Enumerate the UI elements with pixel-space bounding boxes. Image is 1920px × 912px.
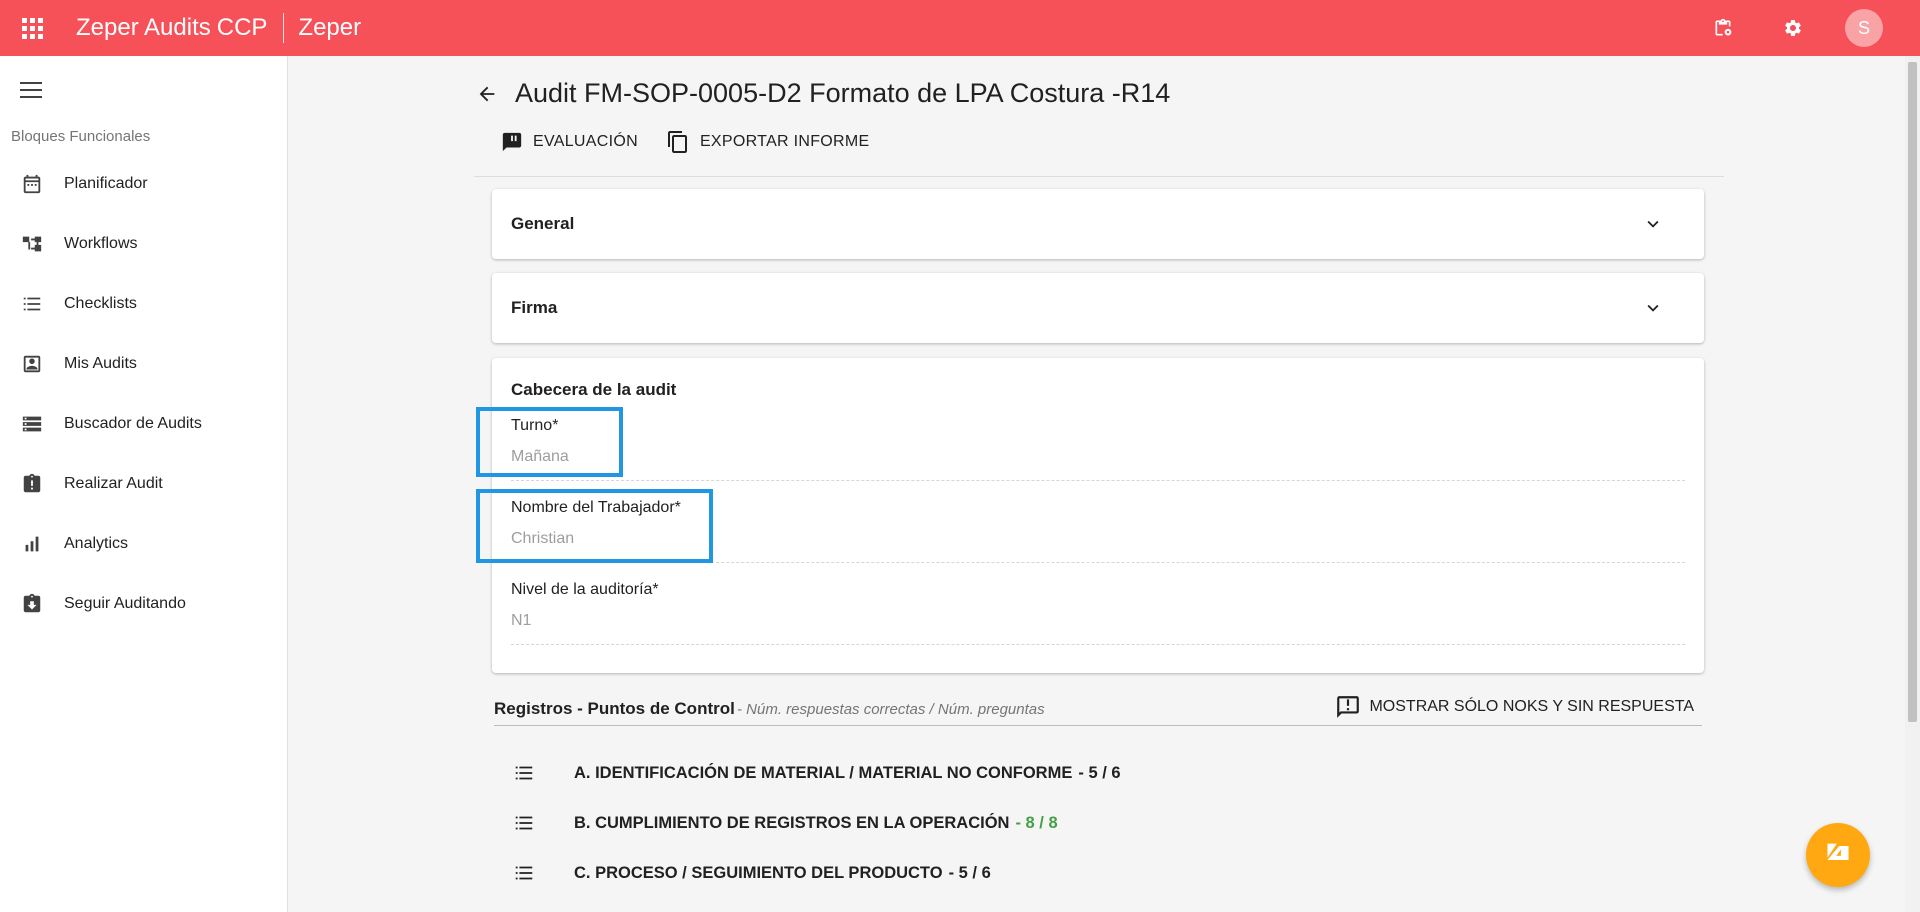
field-label: Nombre del Trabajador*: [511, 499, 681, 516]
control-point-item[interactable]: B. CUMPLIMIENTO DE REGISTROS EN LA OPERA…: [512, 803, 1058, 843]
sidebar-item-label: Buscador de Audits: [64, 415, 202, 432]
hamburger-menu-icon[interactable]: [20, 76, 48, 104]
tab-evaluacion[interactable]: EVALUACIÓN: [501, 131, 638, 153]
sidebar-item-analytics[interactable]: Analytics: [0, 514, 288, 574]
copy-icon: [666, 130, 690, 154]
zendesk-icon: [1824, 839, 1852, 872]
sidebar-item-realizar-audit[interactable]: Realizar Audit: [0, 454, 288, 514]
control-point-title: B. CUMPLIMIENTO DE REGISTROS EN LA OPERA…: [574, 813, 1010, 832]
control-point-title: C. PROCESO / SEGUIMIENTO DEL PRODUCTO: [574, 863, 943, 882]
scrollbar-thumb[interactable]: [1908, 62, 1917, 722]
app-brand[interactable]: Zeper Audits CCP Zeper: [76, 13, 361, 43]
field-value: Mañana: [511, 448, 569, 465]
feedback-icon: [1335, 694, 1361, 720]
clipboard-icon[interactable]: [1703, 8, 1743, 48]
zendesk-chat-button[interactable]: [1806, 823, 1870, 887]
control-point-item[interactable]: C. PROCESO / SEGUIMIENTO DEL PRODUCTO - …: [512, 853, 991, 893]
field-nivel-auditoria[interactable]: Nivel de la auditoría* N1: [511, 565, 1685, 645]
apps-grid-icon[interactable]: [0, 0, 64, 56]
sidebar-item-label: Seguir Auditando: [64, 595, 186, 612]
control-point-item[interactable]: A. IDENTIFICACIÓN DE MATERIAL / MATERIAL…: [512, 753, 1121, 793]
field-turno[interactable]: Turno* Mañana: [511, 401, 1685, 481]
sidebar-item-planificador[interactable]: Planificador: [0, 154, 288, 214]
tabs-divider: [474, 176, 1724, 177]
brand-divider: [283, 13, 285, 43]
control-point-title: A. IDENTIFICACIÓN DE MATERIAL / MATERIAL…: [574, 763, 1073, 782]
sidebar-section-title: Bloques Funcionales: [11, 128, 151, 145]
control-point-count: - 5 / 6: [1078, 763, 1121, 782]
account-box-icon: [20, 352, 44, 376]
org-name: Zeper: [298, 14, 362, 41]
sidebar: Bloques Funcionales Planificador Workflo…: [0, 56, 288, 912]
panel-firma[interactable]: Firma: [492, 273, 1704, 343]
bar-chart-icon: [20, 532, 44, 556]
app-name-suffix: CCP: [216, 14, 268, 41]
workflow-icon: [20, 232, 44, 256]
app-name: Zeper Audits: [76, 14, 211, 41]
chevron-down-icon: [1642, 213, 1664, 235]
panel-general-title: General: [511, 214, 575, 233]
assignment-return-icon: [20, 592, 44, 616]
storage-icon: [20, 412, 44, 436]
sidebar-item-label: Checklists: [64, 295, 137, 312]
registros-subtitle: - Núm. respuestas correctas / Núm. pregu…: [737, 701, 1045, 718]
field-nombre-trabajador[interactable]: Nombre del Trabajador* Christian: [511, 483, 1685, 563]
sidebar-item-mis-audits[interactable]: Mis Audits: [0, 334, 288, 394]
tab-label: EVALUACIÓN: [533, 133, 638, 150]
tab-exportar-informe[interactable]: EXPORTAR INFORME: [666, 130, 870, 154]
list-icon: [512, 812, 536, 834]
sidebar-item-label: Workflows: [64, 235, 138, 252]
show-noks-button[interactable]: MOSTRAR SÓLO NOKS Y SIN RESPUESTA: [1335, 694, 1694, 720]
control-point-count: - 8 / 8: [1015, 813, 1058, 832]
control-point-count: - 5 / 6: [948, 863, 991, 882]
sidebar-item-seguir-auditando[interactable]: Seguir Auditando: [0, 574, 288, 634]
rate-review-icon: [501, 131, 523, 153]
sidebar-item-checklists[interactable]: Checklists: [0, 274, 288, 334]
sidebar-item-workflows[interactable]: Workflows: [0, 214, 288, 274]
sidebar-item-label: Planificador: [64, 175, 148, 192]
page-title: Audit FM-SOP-0005-D2 Formato de LPA Cost…: [515, 78, 1171, 108]
registros-header: Registros - Puntos de Control - Núm. res…: [494, 690, 1702, 726]
field-value: N1: [511, 612, 532, 629]
show-noks-label: MOSTRAR SÓLO NOKS Y SIN RESPUESTA: [1369, 698, 1694, 715]
list-icon: [512, 762, 536, 784]
sidebar-item-label: Realizar Audit: [64, 475, 163, 492]
avatar[interactable]: S: [1845, 9, 1883, 47]
top-app-bar: Zeper Audits CCP Zeper S: [0, 0, 1920, 56]
cabecera-title: Cabecera de la audit: [511, 380, 677, 399]
assignment-alert-icon: [20, 472, 44, 496]
panel-general[interactable]: General: [492, 189, 1704, 259]
panel-cabecera: Cabecera de la audit Turno* Mañana Nombr…: [476, 358, 1704, 673]
sidebar-item-label: Mis Audits: [64, 355, 137, 372]
calendar-icon: [20, 172, 44, 196]
sidebar-item-buscador-de-audits[interactable]: Buscador de Audits: [0, 394, 288, 454]
main-content: Audit FM-SOP-0005-D2 Formato de LPA Cost…: [289, 56, 1905, 912]
gear-icon[interactable]: [1773, 8, 1813, 48]
checklist-icon: [20, 292, 44, 316]
field-value: Christian: [511, 530, 575, 547]
tab-label: EXPORTAR INFORME: [699, 133, 870, 150]
list-icon: [512, 862, 536, 884]
registros-title: Registros - Puntos de Control: [494, 699, 735, 718]
field-label: Turno*: [511, 417, 559, 434]
scrollbar[interactable]: [1905, 56, 1920, 912]
sidebar-item-label: Analytics: [64, 535, 129, 552]
chevron-down-icon: [1642, 297, 1664, 319]
panel-firma-title: Firma: [511, 298, 558, 317]
back-arrow-icon[interactable]: [473, 80, 501, 108]
field-label: Nivel de la auditoría*: [511, 581, 659, 598]
